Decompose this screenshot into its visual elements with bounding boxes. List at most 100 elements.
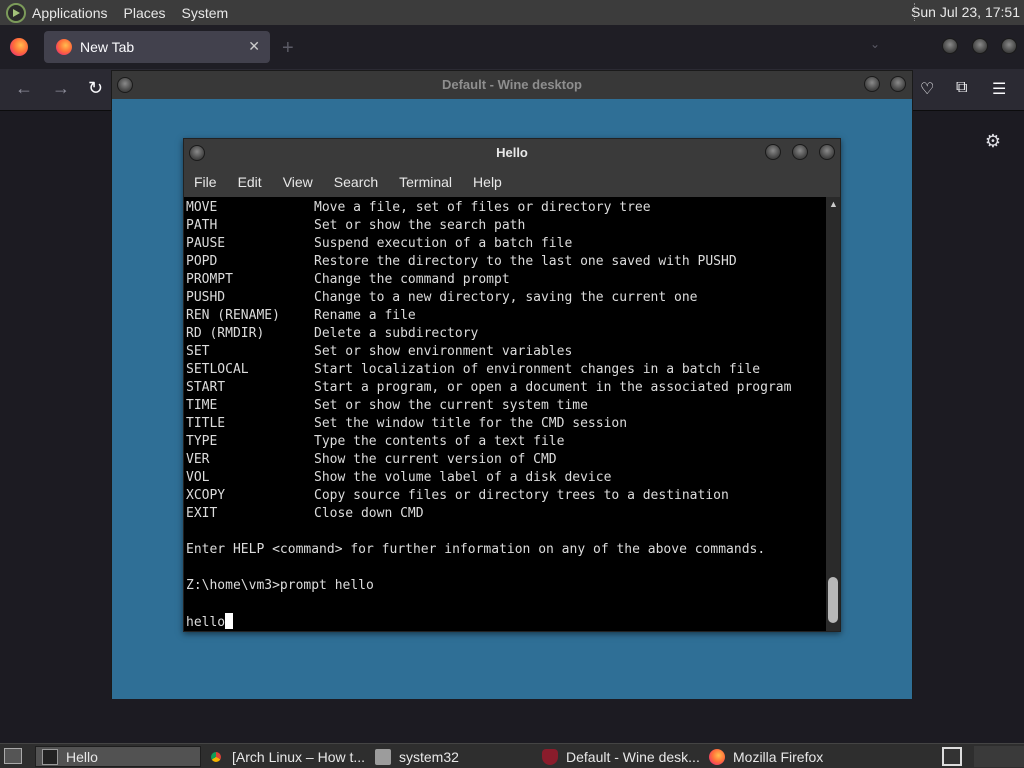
app-menu-icon[interactable]: ☰	[992, 79, 1006, 99]
menu-search[interactable]: Search	[334, 174, 378, 190]
taskbar-item-firefox[interactable]: Mozilla Firefox	[703, 746, 869, 767]
firefox-icon	[56, 39, 72, 55]
terminal-titlebar[interactable]: Hello	[184, 139, 840, 167]
command-name: TITLE	[186, 416, 226, 431]
terminal-title: Hello	[496, 145, 528, 160]
command-row: PAUSE Suspend execution of a batch file	[186, 235, 826, 253]
command-row: VER Show the current version of CMD	[186, 451, 826, 469]
command-description: Move a file, set of files or directory t…	[314, 200, 651, 215]
prompt-command-line: Z:\home\vm3>prompt hello	[186, 578, 374, 593]
workspace-switcher[interactable]	[942, 747, 962, 766]
wine-window-title: Default - Wine desktop	[441, 77, 582, 92]
close-button[interactable]	[1001, 38, 1017, 54]
terminal-menubar: File Edit View Search Terminal Help	[184, 167, 840, 197]
command-row: RD (RMDIR) Delete a subdirectory	[186, 325, 826, 343]
extensions-icon[interactable]: ⧉	[956, 79, 967, 97]
maximize-button[interactable]	[972, 38, 988, 54]
scrollbar-thumb[interactable]	[828, 577, 838, 623]
command-row: PATH Set or show the search path	[186, 217, 826, 235]
taskbar-item-hello[interactable]: Hello	[35, 746, 201, 767]
pocket-icon[interactable]: ♡	[920, 79, 934, 99]
command-description: Change to a new directory, saving the cu…	[314, 290, 698, 305]
tray-area	[974, 746, 1024, 767]
command-row: SET Set or show environment variables	[186, 343, 826, 361]
current-prompt: hello	[186, 615, 226, 630]
command-description: Start localization of environment change…	[314, 362, 761, 377]
menu-view[interactable]: View	[283, 174, 313, 190]
close-button[interactable]	[819, 144, 835, 160]
command-description: Set the window title for the CMD session	[314, 416, 628, 431]
command-row: PUSHD Change to a new directory, saving t…	[186, 289, 826, 307]
menu-edit[interactable]: Edit	[238, 174, 262, 190]
command-description: Rename a file	[314, 308, 416, 323]
clock[interactable]: Sun Jul 23, 17:51	[911, 4, 1020, 20]
command-row: START Start a program, or open a document…	[186, 379, 826, 397]
scroll-up-icon[interactable]: ▲	[829, 199, 838, 209]
minimize-button[interactable]	[765, 144, 781, 160]
taskbar-item-chrome[interactable]: [Arch Linux – How t...	[202, 746, 368, 767]
command-row: PROMPT Change the command prompt	[186, 271, 826, 289]
command-name: MOVE	[186, 200, 218, 215]
command-name: PUSHD	[186, 290, 226, 305]
command-name: EXIT	[186, 506, 218, 521]
new-tab-button[interactable]: +	[282, 37, 294, 60]
firefox-view-icon[interactable]	[10, 38, 28, 56]
command-description: Show the volume label of a disk device	[314, 470, 612, 485]
back-arrow-icon[interactable]: ←	[15, 78, 33, 99]
command-name: PAUSE	[186, 236, 226, 251]
command-description: Change the command prompt	[314, 272, 510, 287]
taskbar-item-label: [Arch Linux – How t...	[232, 748, 366, 765]
applications-menu[interactable]: Applications	[32, 5, 108, 21]
reload-icon[interactable]: ↻	[88, 78, 103, 99]
command-description: Type the contents of a text file	[314, 434, 565, 449]
taskbar-item-label: Mozilla Firefox	[733, 748, 824, 765]
gear-icon[interactable]: ⚙	[983, 131, 1003, 151]
bottom-taskbar: Hello [Arch Linux – How t... system32 De…	[0, 743, 1024, 768]
minimize-button[interactable]	[864, 76, 880, 92]
menu-file[interactable]: File	[194, 174, 217, 190]
maximize-button[interactable]	[890, 76, 906, 92]
tab-new-tab[interactable]: New Tab ✕	[44, 31, 270, 63]
terminal-scrollbar[interactable]: ▲	[826, 197, 840, 631]
menu-help[interactable]: Help	[473, 174, 502, 190]
taskbar-item-label: Hello	[66, 748, 98, 765]
command-name: PROMPT	[186, 272, 233, 287]
command-name: START	[186, 380, 226, 395]
command-row: TITLE Set the window title for the CMD se…	[186, 415, 826, 433]
places-menu[interactable]: Places	[124, 5, 166, 21]
forward-arrow-icon[interactable]: →	[52, 78, 70, 99]
command-name: RD (RMDIR)	[186, 326, 265, 341]
tab-title: New Tab	[80, 39, 135, 55]
taskbar-item-label: system32	[399, 748, 459, 765]
terminal-icon	[42, 748, 58, 765]
command-row: SETLOCAL Start localization of environmen…	[186, 361, 826, 379]
command-description: Suspend execution of a batch file	[314, 236, 573, 251]
taskbar-item-system32[interactable]: system32	[369, 746, 535, 767]
taskbar-item-wine[interactable]: Default - Wine desk...	[536, 746, 702, 767]
taskbar-item-label: Default - Wine desk...	[566, 748, 700, 765]
command-description: Start a program, or open a document in t…	[314, 380, 792, 395]
command-row: MOVE Move a file, set of files or directo…	[186, 199, 826, 217]
list-all-tabs-icon[interactable]: ⌄	[870, 37, 880, 51]
hello-terminal-window: Hello File Edit View Search Terminal Hel…	[183, 138, 841, 632]
command-name: VER	[186, 452, 210, 467]
current-prompt-line[interactable]: hello	[186, 613, 826, 631]
system-menu[interactable]: System	[182, 5, 229, 21]
command-description: Restore the directory to the last one sa…	[314, 254, 737, 269]
command-name: SETLOCAL	[186, 362, 249, 377]
maximize-button[interactable]	[792, 144, 808, 160]
close-tab-icon[interactable]: ✕	[248, 38, 260, 55]
distro-logo-icon[interactable]	[6, 2, 26, 23]
terminal-output[interactable]: MOVE Move a file, set of files or directo…	[184, 197, 826, 631]
command-description: Delete a subdirectory	[314, 326, 479, 341]
command-name: TYPE	[186, 434, 218, 449]
help-hint-line: Enter HELP <command> for further informa…	[186, 542, 766, 557]
menu-terminal[interactable]: Terminal	[399, 174, 452, 190]
show-desktop-icon[interactable]	[4, 748, 22, 764]
command-row: XCOPY Copy source files or directory tree…	[186, 487, 826, 505]
wine-titlebar[interactable]: Default - Wine desktop	[112, 71, 912, 99]
chrome-icon	[208, 748, 224, 765]
minimize-button[interactable]	[942, 38, 958, 54]
command-name: SET	[186, 344, 210, 359]
